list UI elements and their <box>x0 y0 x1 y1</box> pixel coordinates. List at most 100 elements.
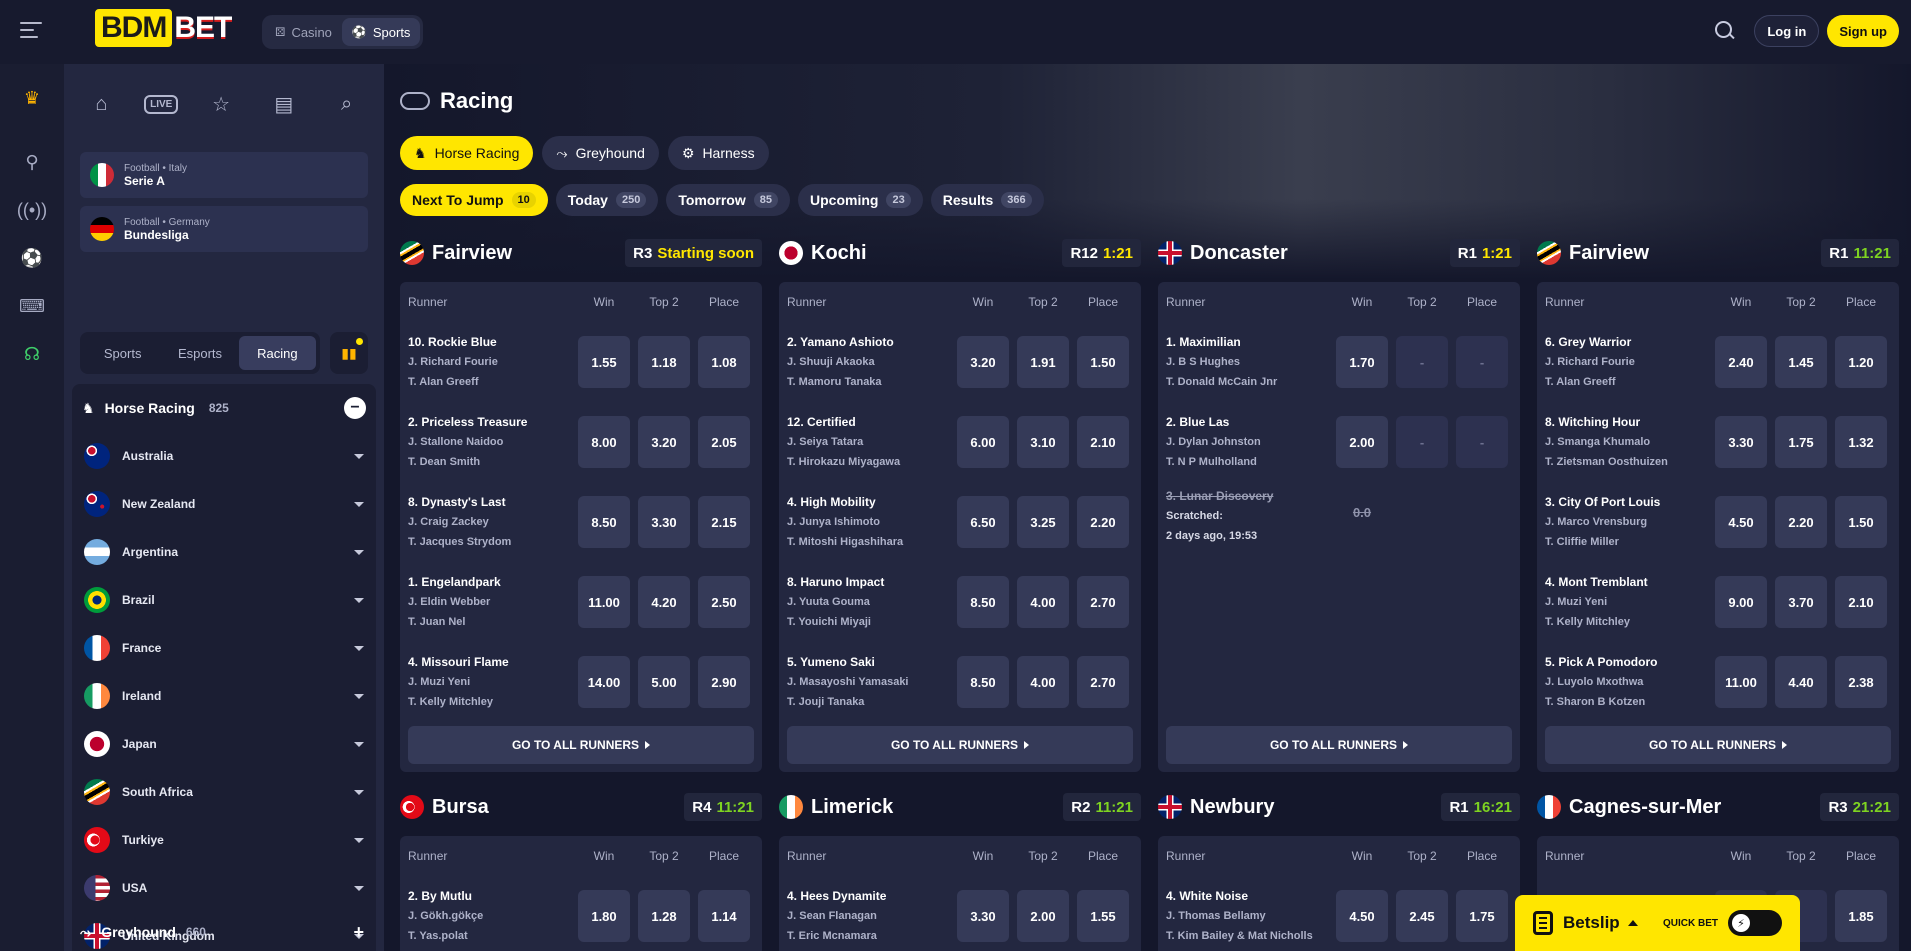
tab-greyhound[interactable]: ⤳ Greyhound <box>542 136 659 170</box>
logo[interactable]: BDM BET <box>95 9 232 47</box>
odds-win-button[interactable]: 9.00 <box>1715 576 1767 628</box>
odds-top2-button[interactable]: 3.10 <box>1017 416 1069 468</box>
home-icon[interactable]: ⌂ <box>81 84 121 124</box>
mode-sports[interactable]: ⚽ Sports <box>341 18 421 46</box>
odds-top2-button[interactable]: 4.00 <box>1017 656 1069 708</box>
odds-top2-button[interactable]: 1.18 <box>638 336 690 388</box>
tab-horse-racing[interactable]: ♞ Horse Racing <box>400 136 534 170</box>
country-item[interactable]: Argentina <box>72 528 376 576</box>
odds-place-button[interactable]: 2.20 <box>1077 496 1129 548</box>
support-headset-icon[interactable]: ☊ <box>18 340 46 368</box>
go-to-all-runners-button[interactable]: GO TO ALL RUNNERS <box>787 726 1133 764</box>
stats-icon[interactable]: ▮▮ <box>330 332 368 374</box>
league-item-bundesliga[interactable]: Football • Germany Bundesliga <box>80 206 368 252</box>
odds-win-button[interactable]: 4.50 <box>1336 890 1388 942</box>
go-to-all-runners-button[interactable]: GO TO ALL RUNNERS <box>408 726 754 764</box>
odds-place-button[interactable]: 2.38 <box>1835 656 1887 708</box>
expand-icon[interactable]: + <box>353 922 364 943</box>
odds-place-button[interactable]: 1.14 <box>698 890 750 942</box>
odds-place-button[interactable]: 2.05 <box>698 416 750 468</box>
cycling-icon[interactable]: ⚲ <box>18 148 46 176</box>
filter-tomorrow[interactable]: Tomorrow 85 <box>666 184 790 216</box>
league-item-serie-a[interactable]: Football • Italy Serie A <box>80 152 368 198</box>
odds-top2-button[interactable]: 1.91 <box>1017 336 1069 388</box>
odds-top2-button[interactable]: 3.70 <box>1775 576 1827 628</box>
odds-win-button[interactable]: 2.40 <box>1715 336 1767 388</box>
odds-win-button[interactable]: 6.50 <box>957 496 1009 548</box>
search-icon[interactable] <box>1714 20 1736 42</box>
odds-win-button[interactable]: 3.30 <box>1715 416 1767 468</box>
betslip-bar[interactable]: Betslip QUICK BET <box>1515 895 1800 951</box>
odds-win-button[interactable]: 8.50 <box>957 656 1009 708</box>
gamepad-icon[interactable]: ⌨ <box>18 292 46 320</box>
odds-top2-button[interactable]: 4.40 <box>1775 656 1827 708</box>
odds-place-button[interactable]: 1.50 <box>1077 336 1129 388</box>
odds-win-button[interactable]: 3.30 <box>957 890 1009 942</box>
filter-results[interactable]: Results 366 <box>930 184 1044 216</box>
country-item[interactable]: Japan <box>72 720 376 768</box>
odds-place-button[interactable]: 1.50 <box>1835 496 1887 548</box>
odds-top2-button[interactable]: 4.00 <box>1017 576 1069 628</box>
odds-place-button[interactable]: 2.15 <box>698 496 750 548</box>
quick-bet-toggle[interactable] <box>1728 910 1782 936</box>
odds-place-button[interactable]: 1.08 <box>698 336 750 388</box>
odds-top2-button[interactable]: 2.45 <box>1396 890 1448 942</box>
mode-casino[interactable]: ⚄ Casino <box>265 18 342 46</box>
odds-place-button[interactable]: 1.75 <box>1456 890 1508 942</box>
tab-esports[interactable]: Esports <box>161 336 238 370</box>
filter-upcoming[interactable]: Upcoming 23 <box>798 184 923 216</box>
odds-win-button[interactable]: 2.00 <box>1336 416 1388 468</box>
odds-win-button[interactable]: 8.00 <box>578 416 630 468</box>
star-icon[interactable]: ☆ <box>201 84 241 124</box>
country-item[interactable]: USA <box>72 864 376 912</box>
odds-win-button[interactable]: 1.70 <box>1336 336 1388 388</box>
odds-top2-button[interactable]: 2.20 <box>1775 496 1827 548</box>
venue-name[interactable]: Doncaster <box>1190 242 1288 265</box>
venue-name[interactable]: Fairview <box>432 242 512 265</box>
collapse-icon[interactable]: − <box>344 397 366 419</box>
odds-top2-button[interactable]: 1.75 <box>1775 416 1827 468</box>
odds-place-button[interactable]: 2.10 <box>1077 416 1129 468</box>
odds-win-button[interactable]: 4.50 <box>1715 496 1767 548</box>
odds-top2-button[interactable]: 2.00 <box>1017 890 1069 942</box>
odds-place-button[interactable]: 2.70 <box>1077 656 1129 708</box>
odds-place-button[interactable]: 2.10 <box>1835 576 1887 628</box>
live-icon[interactable]: LIVE <box>144 94 179 114</box>
odds-win-button[interactable]: 8.50 <box>957 576 1009 628</box>
venue-name[interactable]: Fairview <box>1569 242 1649 265</box>
tab-sports[interactable]: Sports <box>84 336 161 370</box>
go-to-all-runners-button[interactable]: GO TO ALL RUNNERS <box>1545 726 1891 764</box>
country-item[interactable]: Turkiye <box>72 816 376 864</box>
venue-name[interactable]: Cagnes-sur-Mer <box>1569 796 1721 819</box>
odds-top2-button[interactable]: 3.30 <box>638 496 690 548</box>
odds-win-button[interactable]: 1.55 <box>578 336 630 388</box>
venue-name[interactable]: Kochi <box>811 242 867 265</box>
soccer-ball-icon[interactable]: ⚽ <box>18 244 46 272</box>
odds-place-button[interactable]: 1.55 <box>1077 890 1129 942</box>
odds-win-button[interactable]: 3.20 <box>957 336 1009 388</box>
sport-header-greyhound[interactable]: ⤳ Greyhound 660 + <box>72 914 372 950</box>
country-item[interactable]: Ireland <box>72 672 376 720</box>
country-item[interactable]: Brazil <box>72 576 376 624</box>
country-item[interactable]: South Africa <box>72 768 376 816</box>
login-button[interactable]: Log in <box>1754 15 1820 47</box>
odds-win-button[interactable]: 1.80 <box>578 890 630 942</box>
signup-button[interactable]: Sign up <box>1827 15 1899 47</box>
odds-place-button[interactable]: 2.70 <box>1077 576 1129 628</box>
sport-header-horse-racing[interactable]: ♞ Horse Racing 825 − <box>72 384 376 432</box>
venue-name[interactable]: Bursa <box>432 796 489 819</box>
odds-place-button[interactable]: 1.85 <box>1835 890 1887 942</box>
filter-next-to-jump[interactable]: Next To Jump 10 <box>400 184 548 216</box>
odds-win-button[interactable]: 11.00 <box>1715 656 1767 708</box>
odds-top2-button[interactable]: 3.25 <box>1017 496 1069 548</box>
odds-top2-button[interactable]: 3.20 <box>638 416 690 468</box>
odds-win-button[interactable]: 8.50 <box>578 496 630 548</box>
odds-top2-button[interactable]: 5.00 <box>638 656 690 708</box>
filter-today[interactable]: Today 250 <box>555 184 659 216</box>
odds-place-button[interactable]: 1.20 <box>1835 336 1887 388</box>
tab-racing[interactable]: Racing <box>238 336 316 370</box>
venue-name[interactable]: Limerick <box>811 796 893 819</box>
betslip-history-icon[interactable]: ▤ <box>264 84 304 124</box>
live-signal-icon[interactable]: ((•)) <box>17 196 47 224</box>
odds-top2-button[interactable]: 4.20 <box>638 576 690 628</box>
